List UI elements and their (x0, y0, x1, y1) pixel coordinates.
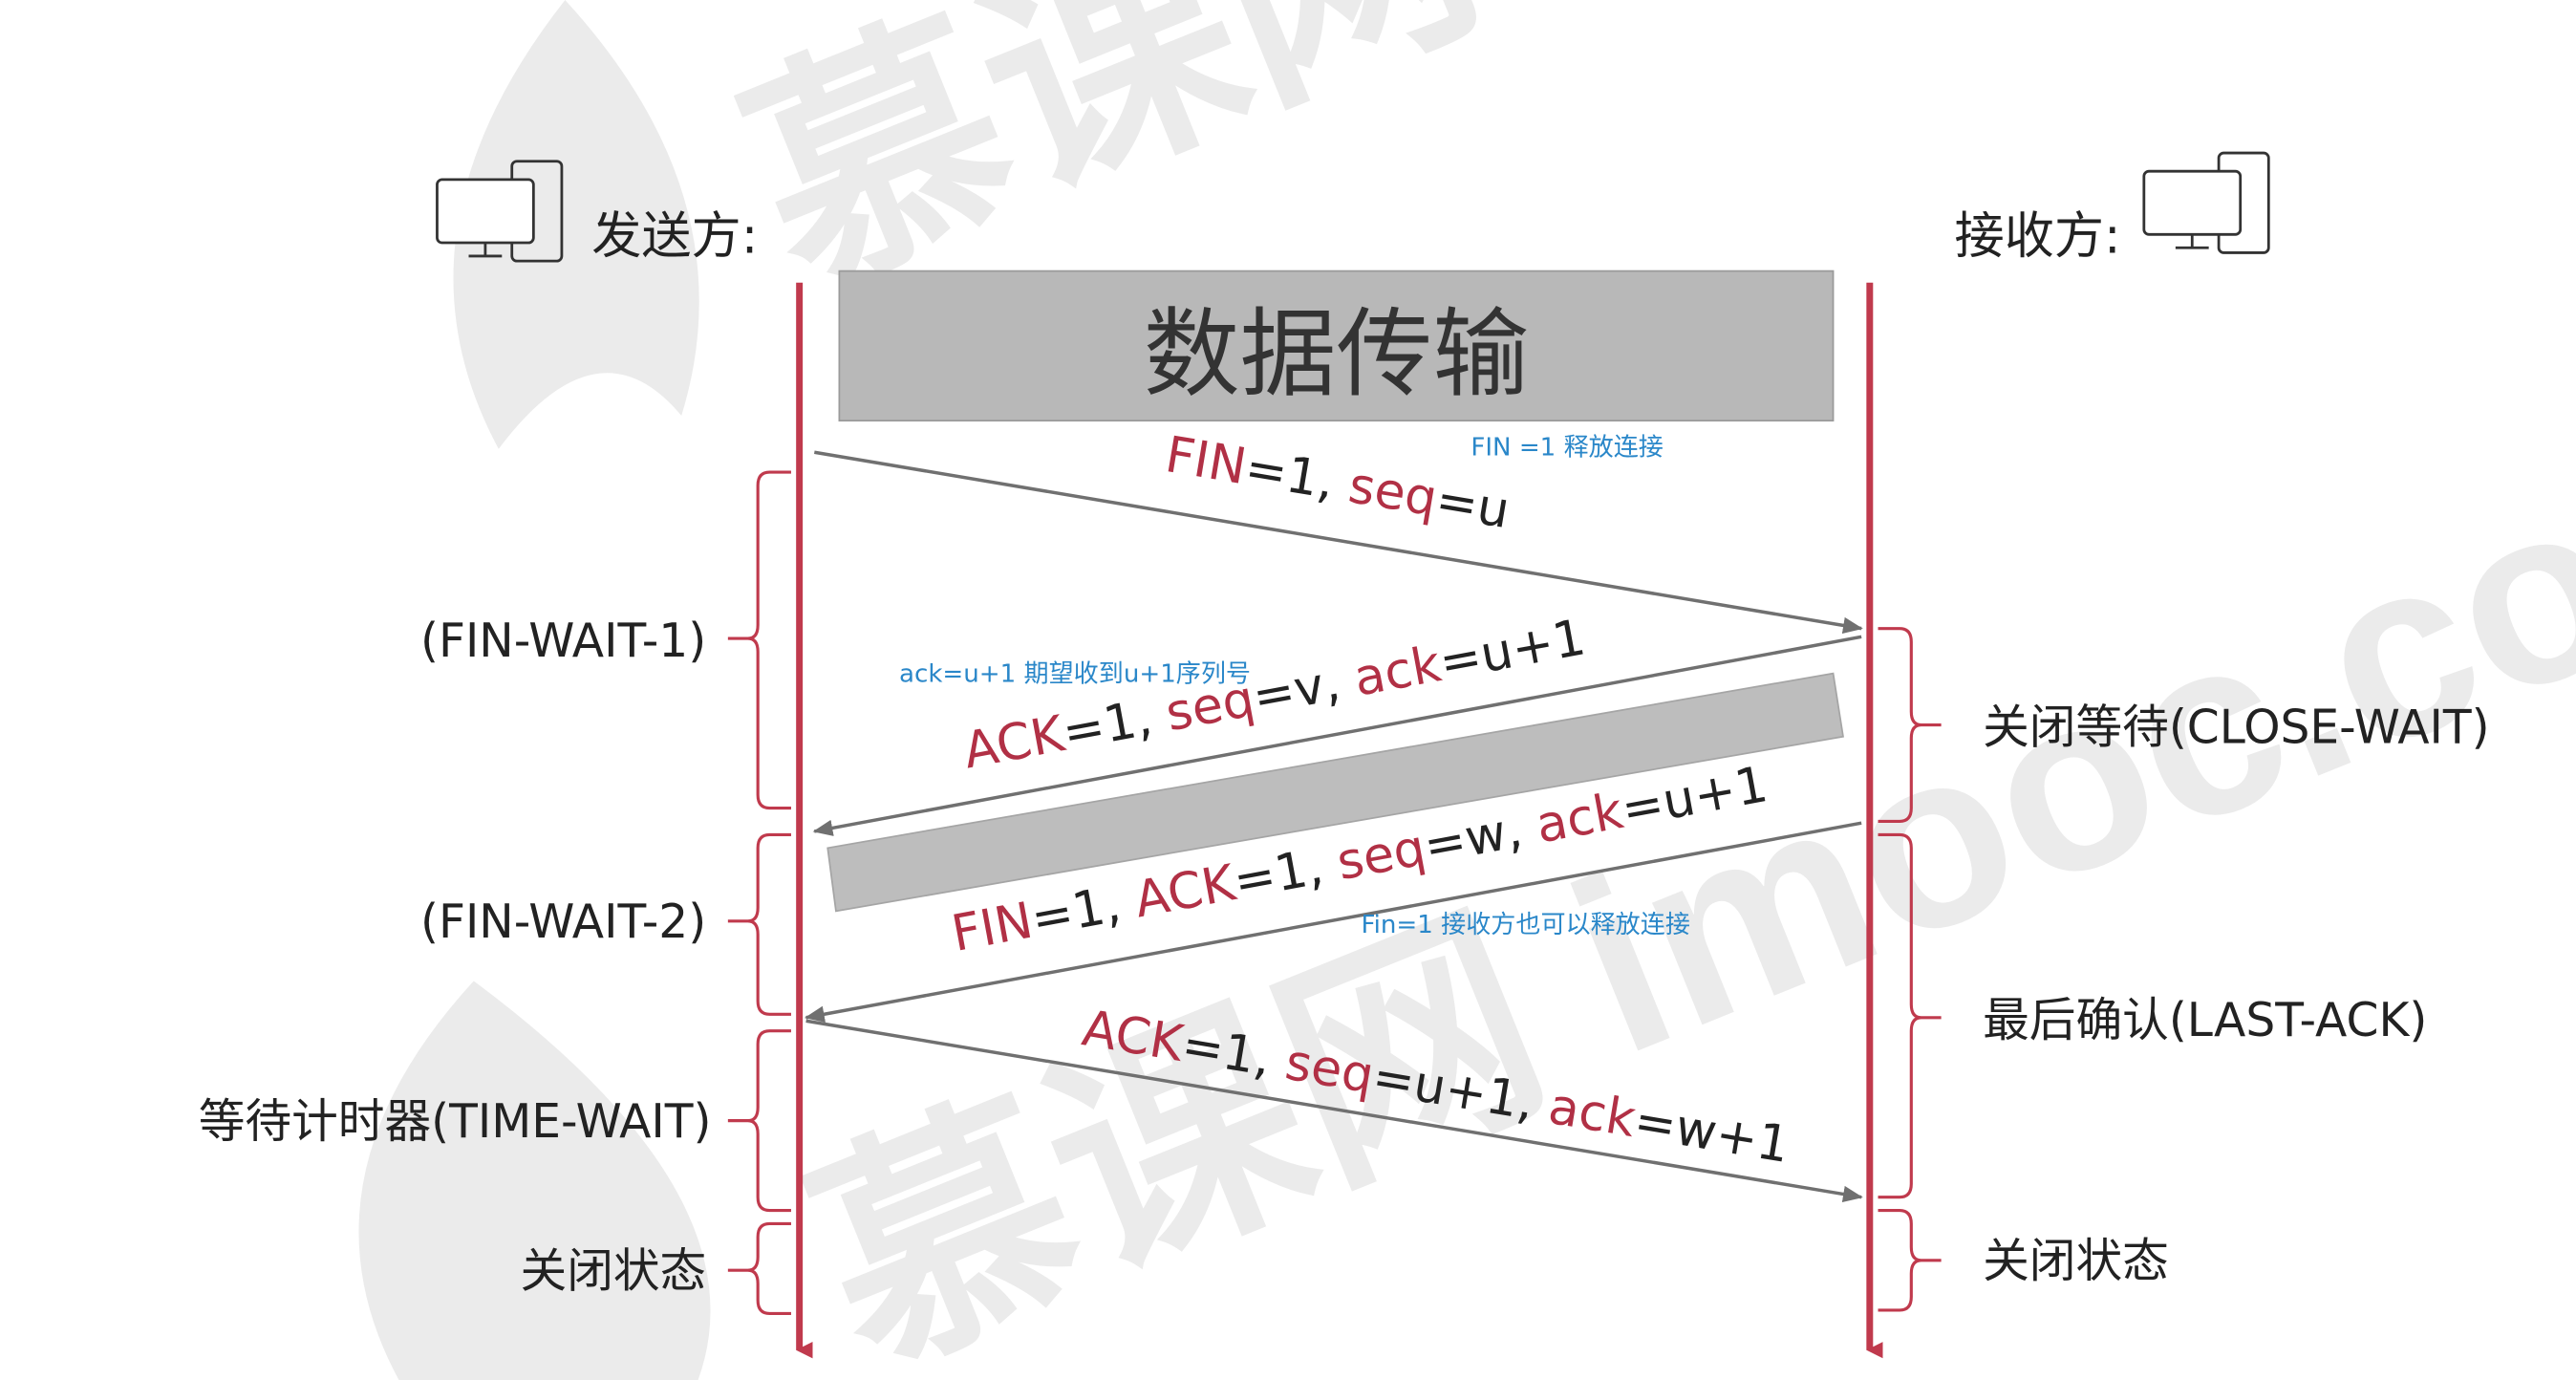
fin1-note: FIN =1 释放连接 (1470, 434, 1664, 463)
tcp-four-way-handshake-diagram: 慕课网 imooc.com 慕课网 imooc.com 发送方: 接收方: 数据… (0, 0, 2576, 1380)
receiver-state-last-ack: 最后确认(LAST-ACK) (1983, 994, 2427, 1047)
receiver-state-close-wait: 关闭等待(CLOSE-WAIT) (1983, 701, 2490, 755)
receiver-state-closed: 关闭状态 (1983, 1235, 2169, 1288)
sender-state-fin-wait-2: (FIN-WAIT-2) (420, 895, 706, 949)
fin1-label: FIN=1, seq=u (1161, 426, 1513, 540)
sender-label: 发送方: (591, 207, 758, 265)
sender-state-fin-wait-1: (FIN-WAIT-1) (420, 615, 706, 668)
ack1-note: ack=u+1 期望收到u+1序列号 (899, 659, 1251, 688)
sender-state-closed: 关闭状态 (521, 1245, 707, 1299)
sender-braces (727, 470, 791, 1316)
sender-state-time-wait: 等待计时器(TIME-WAIT) (199, 1095, 712, 1149)
data-transfer-label: 数据传输 (1144, 297, 1529, 410)
receiver-label: 接收方: (1955, 207, 2121, 265)
fin2-note: Fin=1 接收方也可以释放连接 (1362, 911, 1690, 939)
diagram-canvas: 慕课网 imooc.com 慕课网 imooc.com 发送方: 接收方: 数据… (199, 0, 2576, 1380)
computer-icon (2142, 151, 2270, 254)
